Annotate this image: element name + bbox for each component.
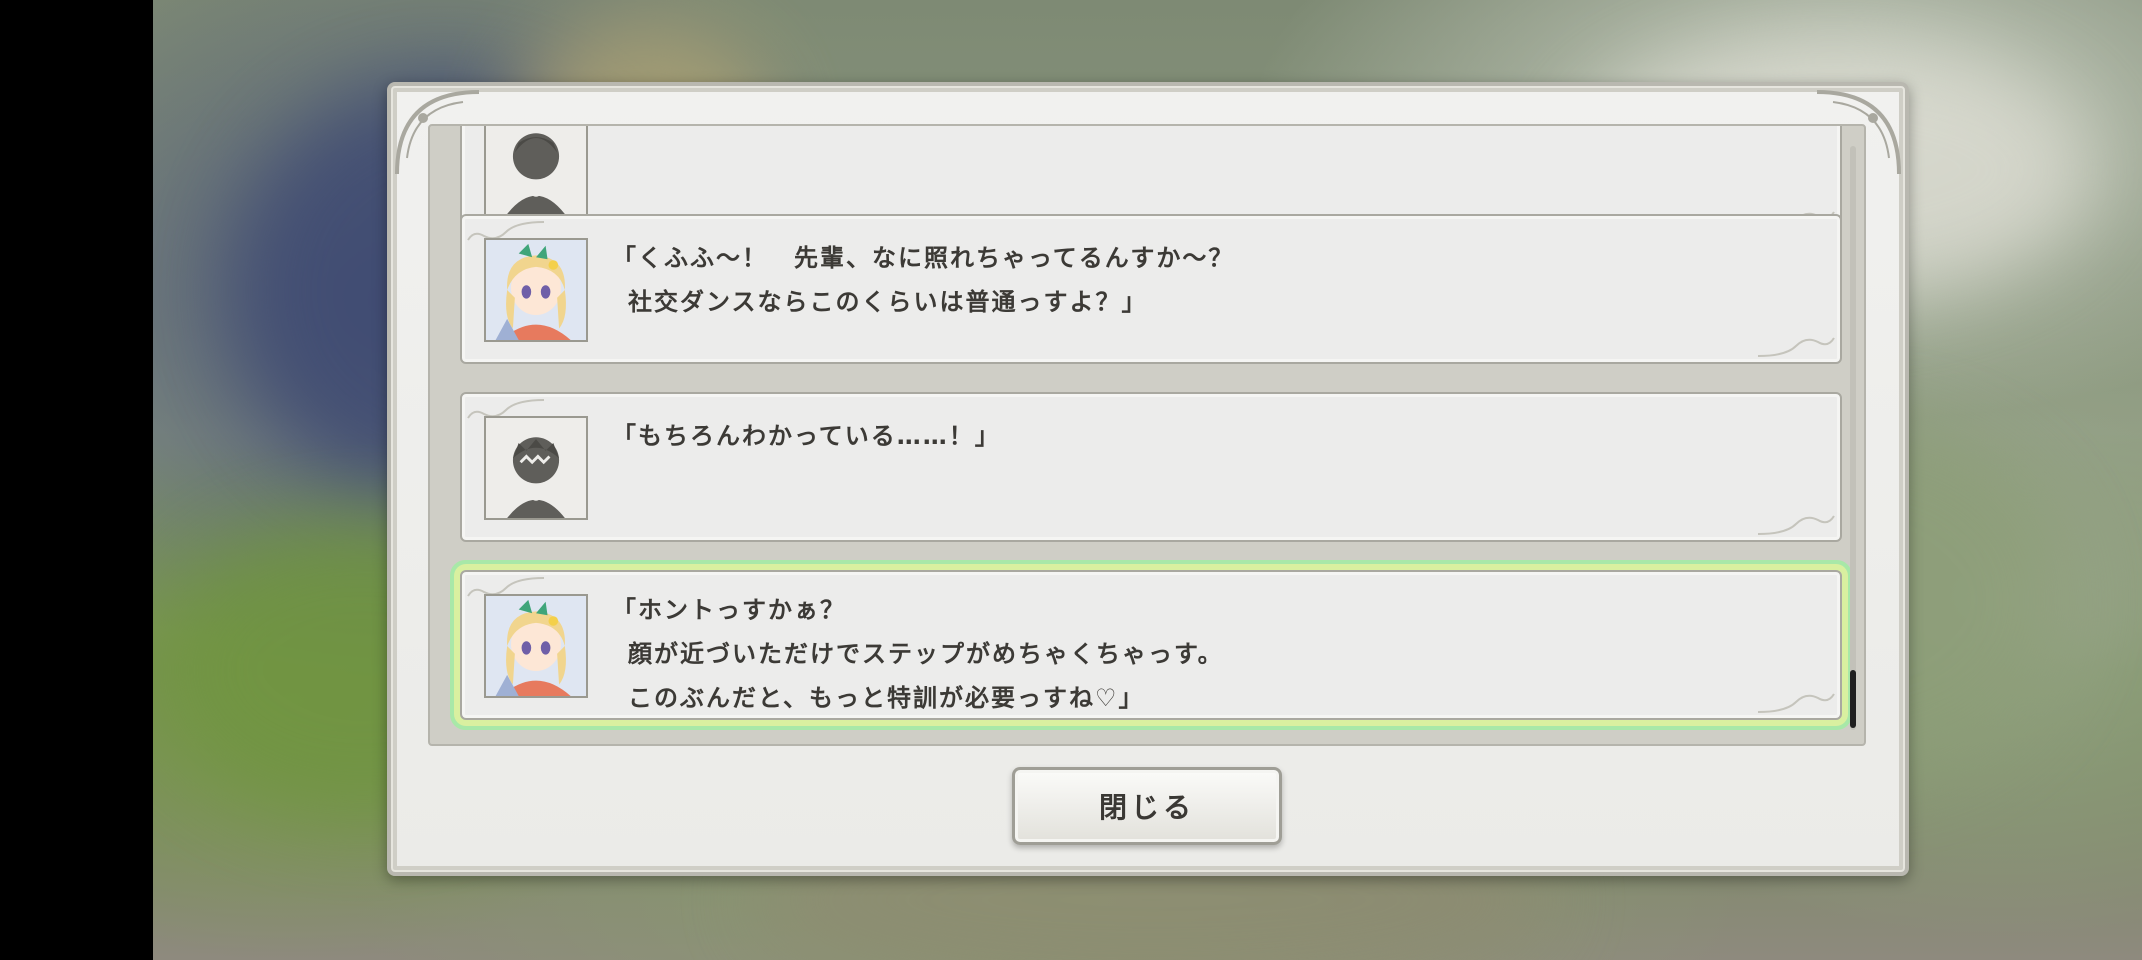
flourish-icon (1756, 688, 1836, 716)
backlog-entry: 「くふふ～！ 先輩、なに照れちゃってるんすか～？ 社交ダンスならこのくらいは普通… (460, 214, 1842, 364)
silhouette-icon (484, 126, 588, 216)
scrollbar-track[interactable] (1850, 146, 1856, 730)
flourish-icon (1756, 332, 1836, 360)
blonde-girl-portrait (484, 238, 588, 342)
dialogue-line: 顔が近づいただけでステップがめちゃくちゃっす。 (628, 640, 1224, 668)
dialogue-line: 「くふふ～！ 先輩、なに照れちゃってるんすか～？ (612, 244, 1235, 272)
silhouette-icon (484, 416, 588, 520)
scrollbar-thumb[interactable] (1850, 670, 1856, 728)
blonde-girl-portrait (484, 594, 588, 698)
close-button[interactable]: 閉じる (1012, 767, 1282, 845)
letterbox-left (0, 0, 153, 960)
dialogue-line: このぶんだと、もっと特訓が必要っすね♡」 (628, 684, 1145, 712)
backlog-list[interactable]: 「くふふ～！ 先輩、なに照れちゃってるんすか～？ 社交ダンスならこのくらいは普通… (428, 124, 1866, 746)
dialogue-line: 「もちろんわかっている……！」 (612, 422, 1001, 450)
dialogue-line: 「ホントっすかぁ？ (612, 596, 846, 624)
backlog-entry-current: 「ホントっすかぁ？ 顔が近づいただけでステップがめちゃくちゃっす。 このぶんだと… (460, 570, 1842, 720)
dialogue-line: 社交ダンスならこのくらいは普通っすよ？」 (628, 288, 1148, 316)
flourish-icon (1756, 510, 1836, 538)
backlog-entry: 「もちろんわかっている……！」 (460, 392, 1842, 542)
